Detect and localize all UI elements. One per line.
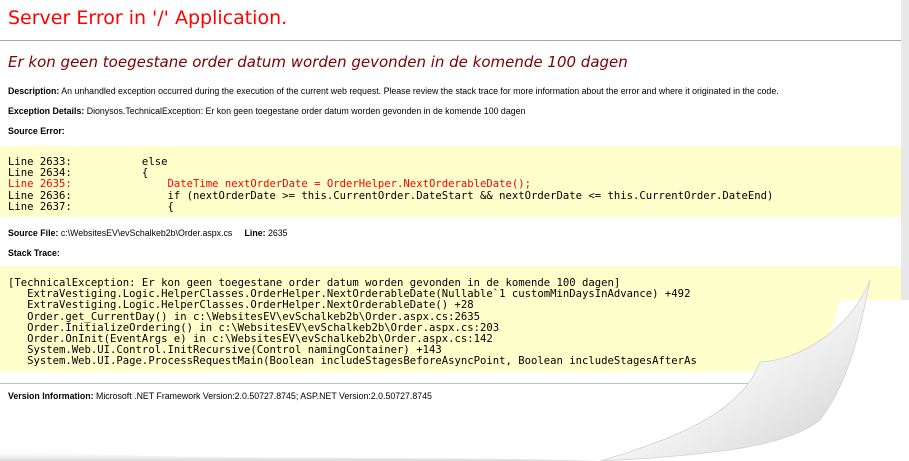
divider [0,40,909,41]
stack-line: Order.OnInit(EventArgs e) in c:\Websites… [8,333,493,346]
stack-line: System.Web.UI.Page.ProcessRequestMain(Bo… [8,355,697,368]
page-title: Server Error in '/' Application. [8,7,288,29]
source-file-row: Source File: c:\WebsitesEV\evSchalkeb2b\… [8,228,288,238]
stack-trace-heading: Stack Trace: [8,248,60,258]
exception-details-row: Exception Details: Dionysos.TechnicalExc… [8,106,525,116]
line-number: 2635 [267,228,288,238]
exception-details-label: Exception Details: [8,106,85,116]
source-line-error: Line 2635: DateTime nextOrderDate = Orde… [8,178,531,191]
source-error-label: Source Error: [8,126,65,136]
stack-line: Order.InitializeOrdering() in c:\Website… [8,321,500,334]
stack-trace-box: [TechnicalException: Er kon geen toegest… [0,266,909,372]
stack-trace-label: Stack Trace: [8,248,60,258]
source-line: Line 2634: { [8,167,149,180]
description-label: Description: [8,86,60,96]
source-file-path: c:\WebsitesEV\evSchalkeb2b\Order.aspx.cs [60,228,233,238]
stack-line: ExtraVestiging.Logic.HelperClasses.Order… [8,299,474,312]
source-file-label: Source File: [8,228,59,238]
description-text: An unhandled exception occurred during t… [61,86,779,96]
description-row: Description: An unhandled exception occu… [8,86,779,96]
source-line: Line 2637: { [8,200,174,213]
source-code-box: Line 2633: else Line 2634: { Line 2635: … [0,146,909,217]
stack-line: ExtraVestiging.Logic.HelperClasses.Order… [8,288,691,301]
exception-details-text: Dionysos.TechnicalException: Er kon geen… [86,106,526,116]
source-line: Line 2633: else [8,156,168,168]
version-text: Microsoft .NET Framework Version:2.0.507… [96,391,432,401]
version-label: Version Information: [8,391,94,401]
error-page: Server Error in '/' Application. Er kon … [0,0,909,461]
error-message-heading: Er kon geen toegestane order datum worde… [8,53,628,71]
source-line: Line 2636: if (nextOrderDate >= this.Cur… [8,189,774,202]
footer-divider [0,383,909,384]
stack-line: [TechnicalException: Er kon geen toegest… [8,277,621,289]
source-error-heading: Source Error: [8,126,65,136]
stack-line: System.Web.UI.Control.InitRecursive(Cont… [8,344,442,357]
line-label: Line: [244,228,266,238]
version-information-row: Version Information: Microsoft .NET Fram… [8,391,432,401]
stack-line: Order.get_CurrentDay() in c:\WebsitesEV\… [8,310,480,323]
